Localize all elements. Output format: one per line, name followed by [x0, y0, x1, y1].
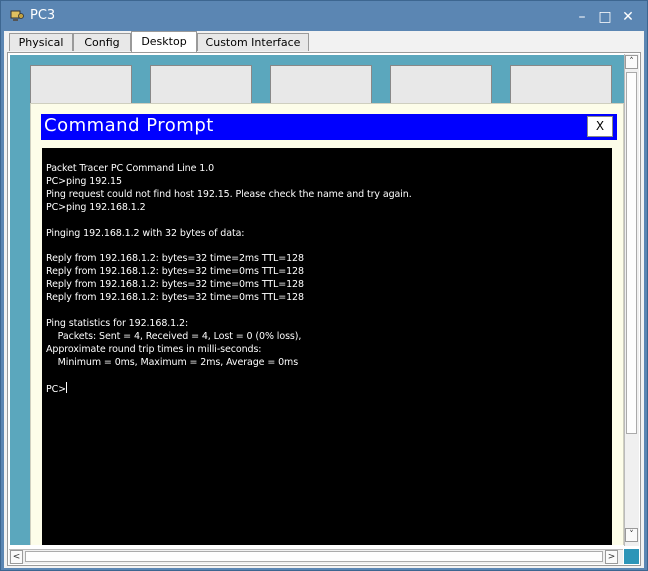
app-icon: [10, 10, 24, 21]
minimize-icon[interactable]: –: [574, 9, 590, 25]
window-title: PC3: [30, 8, 56, 23]
terminal-line: PC>ping 192.15: [46, 175, 122, 187]
scroll-right-icon[interactable]: >: [605, 550, 618, 564]
terminal-output[interactable]: Packet Tracer PC Command Line 1.0 PC>pin…: [42, 148, 612, 545]
tab-custom-interface[interactable]: Custom Interface: [197, 33, 309, 51]
desktop-app-icon[interactable]: [270, 65, 372, 107]
terminal-text: Packet Tracer PC Command Line 1.0 PC>pin…: [46, 163, 412, 397]
terminal-lines: Packet Tracer PC Command Line 1.0 PC>pin…: [46, 163, 412, 368]
window-content: Physical Config Desktop Custom Interface…: [4, 31, 644, 568]
tab-physical[interactable]: Physical: [9, 33, 73, 51]
desktop-app-icon[interactable]: [150, 65, 252, 107]
pc3-window: PC3 – □ ✕ Physical Config Desktop Custom…: [0, 0, 648, 571]
desktop-panel: Command Prompt X Packet Tracer PC Comman…: [7, 52, 641, 566]
command-prompt-title: Command Prompt: [44, 115, 214, 136]
terminal-line: Reply from 192.168.1.2: bytes=32 time=0m…: [46, 266, 304, 278]
terminal-line: Reply from 192.168.1.2: bytes=32 time=2m…: [46, 253, 304, 265]
terminal-line: Reply from 192.168.1.2: bytes=32 time=0m…: [46, 292, 304, 304]
vertical-scrollbar[interactable]: ˄ ˅: [624, 54, 639, 546]
tab-config[interactable]: Config: [73, 33, 131, 51]
horizontal-scroll-thumb[interactable]: [25, 551, 603, 562]
text-cursor: [66, 382, 68, 394]
terminal-line: Packet Tracer PC Command Line 1.0: [46, 163, 215, 174]
close-icon[interactable]: ✕: [620, 9, 636, 25]
maximize-icon[interactable]: □: [597, 9, 613, 25]
vertical-scroll-thumb[interactable]: [626, 72, 637, 434]
terminal-line: Ping request could not find host 192.15.…: [46, 188, 412, 200]
terminal-line: Reply from 192.168.1.2: bytes=32 time=0m…: [46, 279, 304, 291]
tab-desktop[interactable]: Desktop: [131, 31, 197, 52]
horizontal-scrollbar[interactable]: < >: [9, 549, 623, 564]
scroll-up-icon[interactable]: ˄: [625, 55, 638, 69]
terminal-line: Minimum = 0ms, Maximum = 2ms, Average = …: [57, 356, 299, 368]
desktop-app-icon[interactable]: [390, 65, 492, 107]
command-prompt-window: Command Prompt X Packet Tracer PC Comman…: [30, 103, 624, 545]
scrollbar-corner: [624, 549, 639, 564]
terminal-line: PC>ping 192.168.1.2: [46, 201, 146, 213]
terminal-line: Ping statistics for 192.168.1.2:: [46, 317, 189, 329]
terminal-line: Approximate round trip times in milli-se…: [46, 343, 262, 355]
terminal-line: Packets: Sent = 4, Received = 4, Lost = …: [57, 330, 302, 342]
terminal-prompt: PC>: [46, 384, 67, 396]
desktop-app-icon[interactable]: [30, 65, 132, 107]
terminal-line: Pinging 192.168.1.2 with 32 bytes of dat…: [46, 227, 245, 239]
window-titlebar[interactable]: PC3 – □ ✕: [1, 1, 647, 31]
desktop-app-icon[interactable]: [510, 65, 612, 107]
command-prompt-close-button[interactable]: X: [587, 116, 613, 137]
desktop-area: Command Prompt X Packet Tracer PC Comman…: [10, 55, 624, 545]
command-prompt-titlebar[interactable]: Command Prompt X: [41, 114, 617, 140]
scroll-down-icon[interactable]: ˅: [625, 528, 638, 542]
scroll-left-icon[interactable]: <: [10, 550, 23, 564]
